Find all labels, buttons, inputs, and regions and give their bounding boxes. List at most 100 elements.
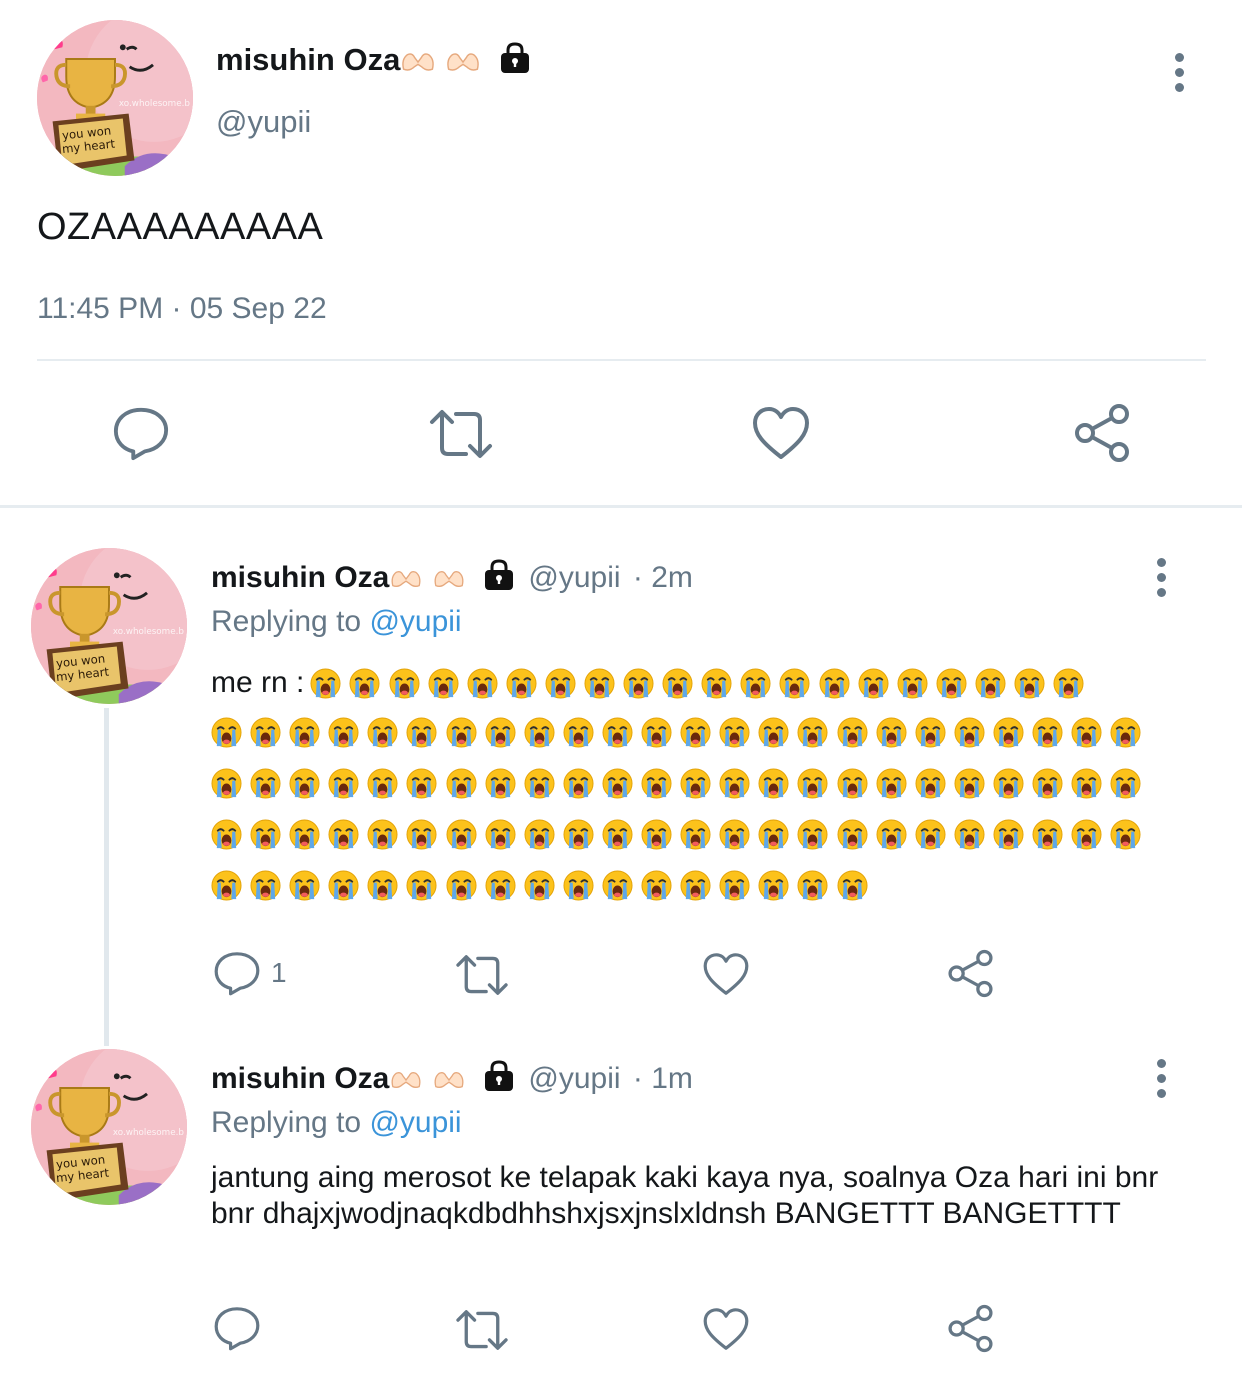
loudly-crying-face-icon xyxy=(876,717,907,748)
loudly-crying-face-icon xyxy=(446,870,477,901)
loudly-crying-face-icon xyxy=(446,819,477,850)
loudly-crying-face-icon xyxy=(954,768,985,799)
loudly-crying-face-icon xyxy=(623,668,654,699)
loudly-crying-face-icon xyxy=(250,870,281,901)
handle[interactable]: @yupii xyxy=(216,104,311,140)
loudly-crying-face-icon xyxy=(1110,819,1141,850)
reply-button[interactable] xyxy=(112,404,170,462)
like-icon xyxy=(751,405,811,461)
loudly-crying-face-icon xyxy=(662,668,693,699)
thread-line xyxy=(104,708,109,1046)
retweet-icon xyxy=(453,1305,511,1355)
loudly-crying-face-icon xyxy=(797,870,828,901)
loudly-crying-face-icon xyxy=(641,819,672,850)
reply-button[interactable]: 1 xyxy=(213,949,287,997)
retweet-icon xyxy=(426,404,496,464)
handle[interactable]: @yupii xyxy=(528,561,620,594)
loudly-crying-face-icon xyxy=(524,768,555,799)
heart-hands-icon xyxy=(400,50,436,74)
loudly-crying-face-icon xyxy=(289,768,320,799)
loudly-crying-face-icon xyxy=(876,768,907,799)
replying-to: Replying to @yupii xyxy=(211,605,462,639)
display-name-text: misuhin Oza xyxy=(211,561,390,594)
share-button[interactable] xyxy=(946,949,995,998)
like-button[interactable] xyxy=(702,951,750,997)
loudly-crying-face-icon xyxy=(211,717,242,748)
more-icon[interactable] xyxy=(1151,1059,1171,1104)
retweet-button[interactable] xyxy=(426,404,496,464)
reply-text-lead: me rn : xyxy=(211,666,305,699)
loudly-crying-face-icon xyxy=(837,768,868,799)
loudly-crying-face-icon xyxy=(524,819,555,850)
loudly-crying-face-icon xyxy=(250,768,281,799)
lock-icon xyxy=(482,558,516,592)
retweet-button[interactable] xyxy=(453,1305,511,1355)
like-icon xyxy=(702,1306,750,1352)
loudly-crying-face-icon xyxy=(680,819,711,850)
share-button[interactable] xyxy=(1072,403,1132,463)
avatar[interactable] xyxy=(31,1049,187,1205)
loudly-crying-face-icon xyxy=(1053,668,1084,699)
tweet-text: OZAAAAAAAAA xyxy=(37,206,324,248)
reply-header[interactable]: misuhin Oza @yupii · 2m xyxy=(211,561,693,595)
loudly-crying-face-icon xyxy=(797,819,828,850)
loudly-crying-face-icon xyxy=(954,819,985,850)
loudly-crying-face-icon xyxy=(349,668,380,699)
loudly-crying-face-icon xyxy=(563,819,594,850)
share-icon xyxy=(946,949,995,998)
loudly-crying-face-icon xyxy=(328,717,359,748)
loudly-crying-face-icon xyxy=(680,768,711,799)
loudly-crying-face-icon xyxy=(602,768,633,799)
loudly-crying-face-icon xyxy=(406,768,437,799)
loudly-crying-face-icon xyxy=(1071,717,1102,748)
loudly-crying-face-icon xyxy=(250,717,281,748)
reply-count: 1 xyxy=(271,957,287,988)
reply-icon xyxy=(213,949,261,997)
loudly-crying-face-icon xyxy=(328,819,359,850)
loudly-crying-face-icon xyxy=(719,768,750,799)
like-button[interactable] xyxy=(702,1306,750,1352)
loudly-crying-face-icon xyxy=(563,768,594,799)
avatar-image xyxy=(31,1049,187,1205)
loudly-crying-face-icon xyxy=(1032,768,1063,799)
loudly-crying-face-icon xyxy=(993,717,1024,748)
retweet-button[interactable] xyxy=(453,950,511,1000)
heart-hands-icon xyxy=(432,1069,466,1091)
loudly-crying-face-icon xyxy=(446,717,477,748)
avatar[interactable] xyxy=(37,20,193,176)
loudly-crying-face-icon xyxy=(954,717,985,748)
avatar-image xyxy=(31,548,187,704)
like-button[interactable] xyxy=(751,405,811,461)
reply-header[interactable]: misuhin Oza @yupii · 1m xyxy=(211,1062,693,1096)
emoji-row xyxy=(211,870,1171,921)
loudly-crying-face-icon xyxy=(680,717,711,748)
loudly-crying-face-icon xyxy=(1110,717,1141,748)
loudly-crying-face-icon xyxy=(289,870,320,901)
more-icon[interactable] xyxy=(1151,558,1171,603)
lock-icon xyxy=(498,41,532,75)
avatar[interactable] xyxy=(31,548,187,704)
more-icon[interactable] xyxy=(1169,53,1189,98)
loudly-crying-face-icon xyxy=(289,819,320,850)
loudly-crying-face-icon xyxy=(915,819,946,850)
reply-text: me rn : xyxy=(211,666,1171,921)
reply-icon xyxy=(112,404,170,462)
loudly-crying-face-icon xyxy=(428,668,459,699)
emoji-row xyxy=(211,819,1171,870)
handle[interactable]: @yupii xyxy=(528,1062,620,1095)
display-name[interactable]: misuhin Oza xyxy=(216,42,532,78)
reply-time: · 1m xyxy=(632,1062,693,1095)
loudly-crying-face-icon xyxy=(837,819,868,850)
loudly-crying-face-icon xyxy=(406,819,437,850)
loudly-crying-face-icon xyxy=(740,668,771,699)
loudly-crying-face-icon xyxy=(719,819,750,850)
mention-link[interactable]: @yupii xyxy=(369,605,461,638)
mention-link[interactable]: @yupii xyxy=(369,1106,461,1139)
reply-button[interactable] xyxy=(213,1304,261,1352)
share-button[interactable] xyxy=(946,1304,995,1353)
loudly-crying-face-icon xyxy=(641,870,672,901)
loudly-crying-face-icon xyxy=(819,668,850,699)
loudly-crying-face-icon xyxy=(758,870,789,901)
loudly-crying-face-icon xyxy=(211,819,242,850)
emoji-row xyxy=(211,768,1171,819)
